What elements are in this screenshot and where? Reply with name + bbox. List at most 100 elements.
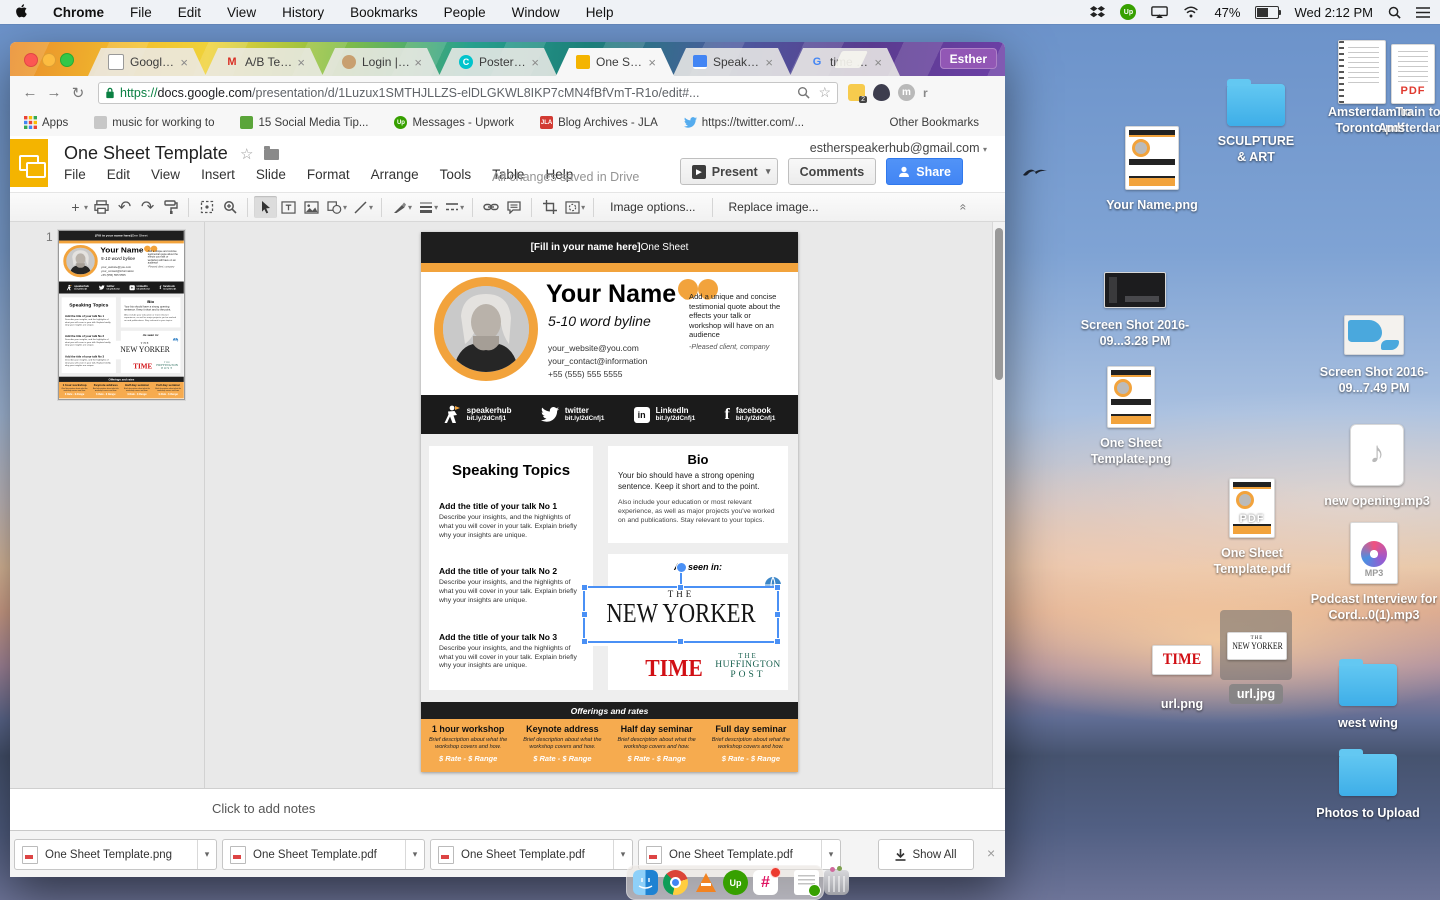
apple-menu[interactable]: [14, 3, 27, 21]
line-caret[interactable]: ▾: [369, 203, 373, 212]
save-status[interactable]: All changes saved in Drive: [492, 170, 639, 184]
show-all-downloads-button[interactable]: Show All: [878, 839, 974, 870]
huffington-post-logo[interactable]: THE HUFFINGTON POST: [710, 652, 786, 680]
image-options-button[interactable]: Image options...: [600, 200, 705, 214]
shape-caret[interactable]: ▾: [343, 203, 347, 212]
offerings-section[interactable]: 1 hour workshopBrief description about w…: [421, 719, 798, 772]
extension-icon-m[interactable]: m: [898, 84, 915, 101]
bookmark-blog-archives[interactable]: JLABlog Archives - JLA: [540, 116, 658, 129]
desktop-icon-sculpture-folder[interactable]: SCULPTURE & ART: [1212, 84, 1300, 165]
upwork-menu-icon[interactable]: Up: [1120, 4, 1136, 20]
resize-handle-n[interactable]: [677, 584, 684, 591]
present-dropdown[interactable]: ▾: [760, 158, 778, 185]
canvas-scrollbar[interactable]: [992, 222, 1005, 788]
profile-photo[interactable]: [434, 277, 538, 381]
desktop-icon-one-sheet-pdf[interactable]: PDF One Sheet Template.pdf: [1200, 478, 1304, 577]
bookmark-apps[interactable]: Apps: [24, 116, 68, 129]
new-slide-caret[interactable]: ▾: [84, 203, 88, 212]
bookmark-star-icon[interactable]: ☆: [818, 84, 831, 101]
desktop-icon-amsterdam-pdf[interactable]: [1330, 40, 1394, 104]
slide-canvas[interactable]: [Fill in your name here] One Sheet Your …: [205, 222, 1005, 788]
text-box-button[interactable]: [277, 196, 300, 218]
bookmark-upwork-messages[interactable]: UpMessages - Upwork: [394, 116, 514, 129]
slide-thumbnail[interactable]: [Fill in your name here] One Sheet Your …: [58, 230, 185, 400]
desktop-icon-url-jpg[interactable]: THE NEW YORKER url.jpg: [1218, 610, 1294, 704]
comments-button[interactable]: Comments: [788, 158, 877, 185]
tab-poster-canva[interactable]: C Poster – Yo ×: [439, 48, 557, 76]
desktop-label-train-pdf[interactable]: Train to Amsterdam.pdf: [1378, 105, 1440, 136]
collapse-menus-icon[interactable]: «: [957, 204, 971, 211]
trash-dock-icon[interactable]: [824, 870, 849, 895]
tab-close-icon[interactable]: ×: [297, 56, 305, 69]
mask-caret[interactable]: ▾: [581, 203, 585, 212]
slide-byline-text[interactable]: 5-10 word byline: [548, 313, 651, 329]
window-zoom-button[interactable]: [60, 53, 74, 67]
dropbox-icon[interactable]: [1090, 5, 1105, 19]
line-dash-caret[interactable]: ▾: [460, 203, 464, 212]
forward-button[interactable]: →: [42, 84, 66, 101]
address-bar[interactable]: https://docs.google.com/presentation/d/1…: [98, 82, 838, 104]
menu-clock[interactable]: Wed 2:12 PM: [1294, 5, 1373, 20]
desktop-icon-new-opening-mp3[interactable]: ♪ new opening.mp3: [1322, 424, 1432, 510]
reload-button[interactable]: ↻: [66, 84, 90, 102]
tab-close-icon[interactable]: ×: [180, 56, 188, 69]
menu-people[interactable]: People: [444, 5, 486, 20]
tab-close-icon[interactable]: ×: [531, 56, 539, 69]
insert-link-button[interactable]: [479, 196, 502, 218]
resize-handle-e[interactable]: [774, 611, 781, 618]
menu-file[interactable]: File: [130, 5, 152, 20]
tab-close-icon[interactable]: ×: [765, 56, 773, 69]
offerings-title-bar[interactable]: Offerings and rates: [421, 702, 798, 719]
insert-comment-button[interactable]: [502, 196, 525, 218]
redo-button[interactable]: ↷: [136, 196, 159, 218]
present-button[interactable]: ▶Present: [680, 158, 770, 185]
download-caret[interactable]: ▾: [405, 840, 424, 869]
download-caret[interactable]: ▾: [197, 840, 216, 869]
slide-title-bar[interactable]: [Fill in your name here] One Sheet: [421, 232, 798, 263]
slide-page[interactable]: [Fill in your name here] One Sheet Your …: [421, 232, 798, 772]
line-color-caret[interactable]: ▾: [408, 203, 412, 212]
browser-profile-chip[interactable]: Esther: [940, 48, 997, 69]
app-menu-insert[interactable]: Insert: [201, 167, 235, 182]
desktop-icon-photos-to-upload[interactable]: Photos to Upload: [1312, 754, 1424, 822]
app-menu-slide[interactable]: Slide: [256, 167, 286, 182]
resize-handle-s[interactable]: [677, 638, 684, 645]
zoom-fit-button[interactable]: [195, 196, 218, 218]
window-minimize-button[interactable]: [42, 53, 56, 67]
notes-placeholder[interactable]: Click to add notes: [212, 801, 315, 816]
rotation-handle[interactable]: [676, 562, 687, 573]
menu-edit[interactable]: Edit: [178, 5, 201, 20]
airplay-icon[interactable]: [1151, 6, 1168, 19]
download-caret[interactable]: ▾: [613, 840, 632, 869]
extension-icon-1[interactable]: 2: [848, 84, 865, 101]
menu-bookmarks[interactable]: Bookmarks: [350, 5, 418, 20]
desktop-icon-screenshot-1[interactable]: Screen Shot 2016-09...3.28 PM: [1070, 272, 1200, 349]
tab-speaker-doc[interactable]: Speaker On ×: [673, 48, 791, 76]
resize-handle-se[interactable]: [774, 638, 781, 645]
menu-app-name[interactable]: Chrome: [53, 5, 104, 20]
bio-card[interactable]: Bio Your bio should have a strong openin…: [608, 446, 788, 543]
account-email[interactable]: estherspeakerhub@gmail.com ▾: [810, 141, 987, 155]
tab-ab-testing[interactable]: M A/B Testing ×: [205, 48, 323, 76]
chrome-dock-icon[interactable]: [663, 870, 688, 895]
download-item-2[interactable]: One Sheet Template.pdf▾: [222, 839, 425, 870]
resize-handle-ne[interactable]: [774, 584, 781, 591]
upwork-dock-icon[interactable]: Up: [723, 870, 748, 895]
close-downloads-bar[interactable]: ×: [987, 845, 995, 861]
spotlight-icon[interactable]: [1388, 6, 1401, 19]
slide-name-text[interactable]: Your Name: [546, 280, 686, 309]
download-item-1[interactable]: One Sheet Template.png▾: [14, 839, 217, 870]
star-document-icon[interactable]: ☆: [240, 145, 253, 163]
menu-view[interactable]: View: [227, 5, 256, 20]
resize-handle-sw[interactable]: [581, 638, 588, 645]
back-button[interactable]: ←: [18, 84, 42, 101]
bookmark-social-media-tips[interactable]: 15 Social Media Tip...: [240, 116, 368, 129]
desktop-icon-your-name-png[interactable]: Your Name.png: [1100, 126, 1204, 214]
selection-rect[interactable]: [583, 586, 779, 643]
menu-help[interactable]: Help: [586, 5, 614, 20]
document-dock-icon[interactable]: [794, 870, 819, 895]
app-menu-format[interactable]: Format: [307, 167, 350, 182]
slide-page[interactable]: [Fill in your name here] One Sheet Your …: [59, 231, 184, 398]
slides-logo[interactable]: [10, 139, 48, 187]
resize-handle-nw[interactable]: [581, 584, 588, 591]
